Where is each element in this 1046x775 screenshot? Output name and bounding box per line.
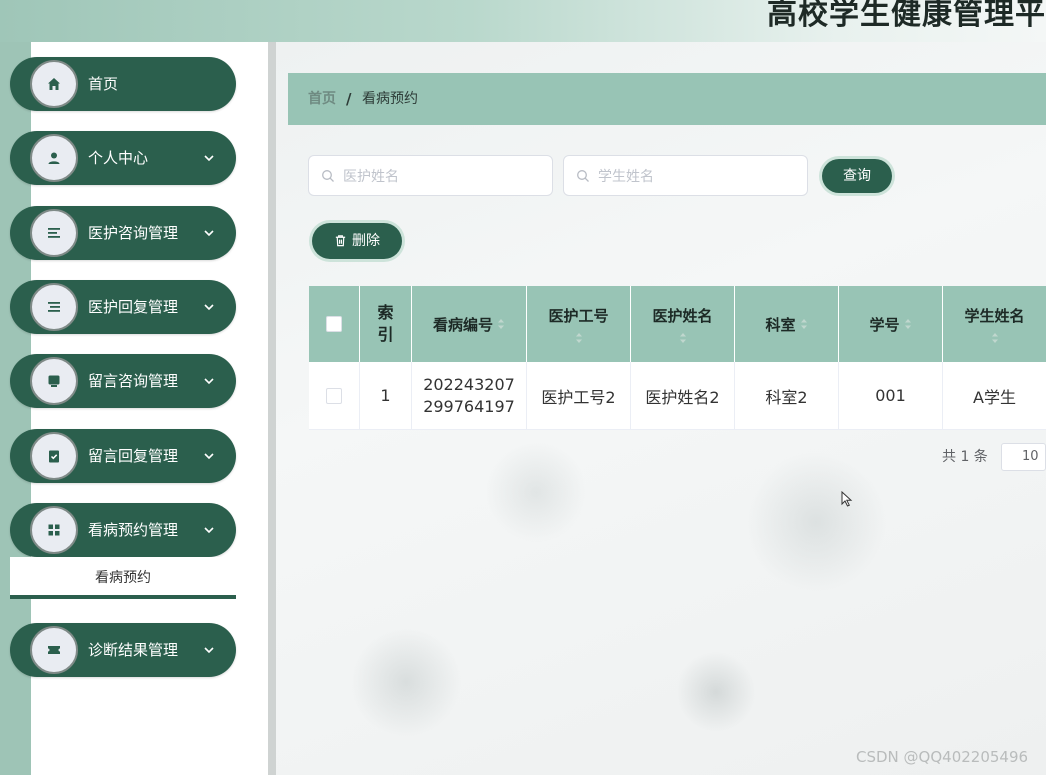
sidebar-item-label: 首页	[88, 75, 119, 93]
grid-icon	[30, 506, 78, 554]
sidebar-item-diagnosis[interactable]: 诊断结果管理	[10, 623, 236, 677]
sidebar-item-label: 留言回复管理	[88, 447, 179, 465]
pagination-total: 共 1 条	[942, 449, 988, 465]
page-size-select[interactable]: 10条/页	[1001, 443, 1046, 471]
search-icon	[322, 170, 334, 182]
delete-button[interactable]: 删除	[312, 223, 402, 259]
delete-button-label: 删除	[352, 233, 380, 249]
breadcrumb-separator: /	[346, 90, 352, 108]
cell-staff-name: 医护姓名2	[631, 362, 735, 430]
query-button-label: 查询	[843, 168, 871, 184]
header-select-all[interactable]	[309, 286, 360, 362]
column-header-student-id[interactable]: 学号	[839, 286, 943, 362]
column-header-staff-name[interactable]: 医护姓名	[631, 286, 735, 362]
column-header-index: 索引	[360, 286, 412, 362]
list-icon	[30, 283, 78, 331]
column-header-label: 医护姓名	[652, 306, 713, 325]
breadcrumb: 首页 / 看病预约	[288, 73, 1046, 125]
column-header-student-name[interactable]: 学生姓名	[943, 286, 1046, 362]
chevron-down-icon	[204, 378, 214, 385]
sort-icon	[800, 319, 807, 329]
column-header-visit-no[interactable]: 看病编号	[412, 286, 527, 362]
column-header-staff-id[interactable]: 医护工号	[527, 286, 631, 362]
column-header-label: 医护工号	[548, 306, 609, 325]
sidebar-item-medical-reply[interactable]: 医护回复管理	[10, 280, 236, 334]
sidebar-item-label: 诊断结果管理	[88, 641, 179, 659]
sidebar-item-personal-center[interactable]: 个人中心	[10, 131, 236, 185]
cell-staff-id: 医护工号2	[527, 362, 631, 430]
column-header-label: 看病编号	[432, 315, 493, 334]
sidebar-item-medical-consult[interactable]: 医护咨询管理	[10, 206, 236, 260]
list-icon	[30, 209, 78, 257]
sidebar-item-message-reply[interactable]: 留言回复管理	[10, 429, 236, 483]
student-name-search[interactable]	[563, 155, 808, 196]
cell-student-name: A学生	[943, 362, 1046, 430]
sidebar-item-message-consult[interactable]: 留言咨询管理	[10, 354, 236, 408]
cell-student-id: 001	[839, 362, 943, 430]
sidebar-item-label: 留言咨询管理	[88, 372, 179, 390]
message-icon	[30, 357, 78, 405]
chevron-down-icon	[204, 527, 214, 534]
column-header-label: 学号	[869, 315, 900, 334]
chevron-down-icon	[204, 230, 214, 237]
sidebar-divider	[268, 42, 276, 775]
sidebar-item-appointment[interactable]: 看病预约管理	[10, 503, 236, 557]
home-icon	[30, 60, 78, 108]
checkbox[interactable]	[326, 316, 342, 332]
watermark: CSDN @QQ402205496	[856, 748, 1029, 766]
appointment-table: 索引 看病编号 医护工号 医护姓名 科室 学号 学生姓名 1 202243207…	[309, 286, 1046, 430]
doctor-name-input[interactable]	[341, 164, 545, 190]
sort-icon	[575, 332, 582, 343]
column-header-label: 科室	[765, 315, 796, 334]
ticket-icon	[30, 626, 78, 674]
sidebar-item-label: 医护咨询管理	[88, 224, 179, 242]
chevron-down-icon	[204, 155, 214, 162]
sidebar-item-home[interactable]: 首页	[10, 57, 236, 111]
cell-visit-no: 202243207 299764197	[412, 362, 527, 430]
clipboard-check-icon	[30, 432, 78, 480]
chevron-down-icon	[204, 304, 214, 311]
chevron-down-icon	[204, 453, 214, 460]
cell-visit-no-line2: 299764197	[423, 396, 515, 416]
student-name-input[interactable]	[596, 164, 800, 190]
cell-dept: 科室2	[735, 362, 839, 430]
submenu-item-appointment[interactable]: 看病预约	[10, 557, 236, 599]
query-button[interactable]: 查询	[822, 159, 892, 193]
sort-icon	[498, 319, 504, 329]
column-header-label: 学生姓名	[964, 306, 1025, 325]
search-icon	[577, 170, 589, 182]
cell-visit-no-line1: 202243207	[423, 374, 515, 394]
chevron-down-icon	[204, 647, 214, 654]
sort-icon	[679, 332, 686, 343]
breadcrumb-current: 看病预约	[362, 91, 418, 107]
cell-index: 1	[360, 362, 412, 430]
sort-icon	[991, 332, 998, 343]
sidebar-item-label: 医护回复管理	[88, 298, 179, 316]
doctor-name-search[interactable]	[308, 155, 553, 196]
breadcrumb-home[interactable]: 首页	[308, 73, 336, 125]
column-header-dept[interactable]: 科室	[735, 286, 839, 362]
sidebar-item-label: 看病预约管理	[88, 521, 179, 539]
header-bar: 高校学生健康管理平	[0, 0, 1046, 42]
sidebar-item-label: 个人中心	[88, 149, 149, 167]
checkbox[interactable]	[326, 387, 342, 404]
row-select[interactable]	[309, 362, 360, 430]
trash-icon	[335, 235, 346, 247]
mouse-cursor-icon	[841, 491, 853, 507]
user-icon	[30, 134, 78, 182]
sort-icon	[904, 319, 911, 329]
site-title: 高校学生健康管理平	[767, 0, 1046, 32]
